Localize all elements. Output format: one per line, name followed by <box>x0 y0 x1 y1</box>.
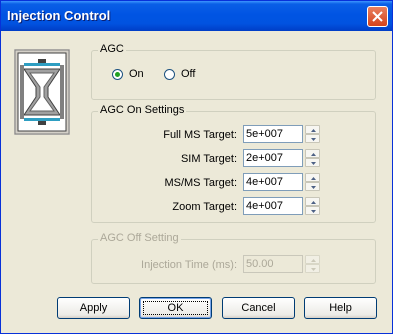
agc-off-radio[interactable] <box>164 69 175 80</box>
agc-off-setting-group: AGC Off Setting Injection Time (ms): 50.… <box>91 232 376 284</box>
ion-trap-icon <box>14 49 70 135</box>
help-button[interactable]: Help <box>304 297 377 319</box>
window-title: Injection Control <box>7 8 111 23</box>
agc-group: AGC On Off <box>91 43 376 100</box>
ok-button[interactable]: OK <box>139 297 212 319</box>
full-ms-target-label: Full MS Target: <box>163 129 237 141</box>
sim-target-input[interactable]: 2e+007 <box>243 149 303 167</box>
agc-legend: AGC <box>98 43 126 55</box>
agc-off-legend: AGC Off Setting <box>98 232 181 244</box>
sim-target-spinner[interactable] <box>305 149 320 167</box>
zoom-target-label: Zoom Target: <box>172 201 237 213</box>
agc-on-settings-group: AGC On Settings Full MS Target: 5e+007 S… <box>91 104 376 223</box>
dialog-body: AGC On Off AGC On Settings Full MS Targe… <box>4 31 389 330</box>
agc-on-radio[interactable] <box>112 69 123 80</box>
zoom-target-input[interactable]: 4e+007 <box>243 197 303 215</box>
injection-time-label: Injection Time (ms): <box>141 259 237 271</box>
close-button[interactable] <box>367 6 388 27</box>
apply-button[interactable]: Apply <box>57 297 130 319</box>
close-icon <box>372 11 383 22</box>
full-ms-target-input[interactable]: 5e+007 <box>243 125 303 143</box>
agc-off-label[interactable]: Off <box>181 68 195 80</box>
injection-control-dialog: Injection Control AGC On Off AGC On Sett… <box>0 0 393 334</box>
injection-time-spinner[interactable] <box>305 255 320 273</box>
title-bar[interactable]: Injection Control <box>1 1 392 31</box>
agc-on-legend: AGC On Settings <box>98 104 187 116</box>
msms-target-spinner[interactable] <box>305 173 320 191</box>
agc-on-label[interactable]: On <box>129 68 144 80</box>
msms-target-label: MS/MS Target: <box>164 177 237 189</box>
injection-time-input[interactable]: 50.00 <box>243 255 303 273</box>
zoom-target-spinner[interactable] <box>305 197 320 215</box>
msms-target-input[interactable]: 4e+007 <box>243 173 303 191</box>
full-ms-target-spinner[interactable] <box>305 125 320 143</box>
sim-target-label: SIM Target: <box>180 153 237 165</box>
cancel-button[interactable]: Cancel <box>222 297 295 319</box>
